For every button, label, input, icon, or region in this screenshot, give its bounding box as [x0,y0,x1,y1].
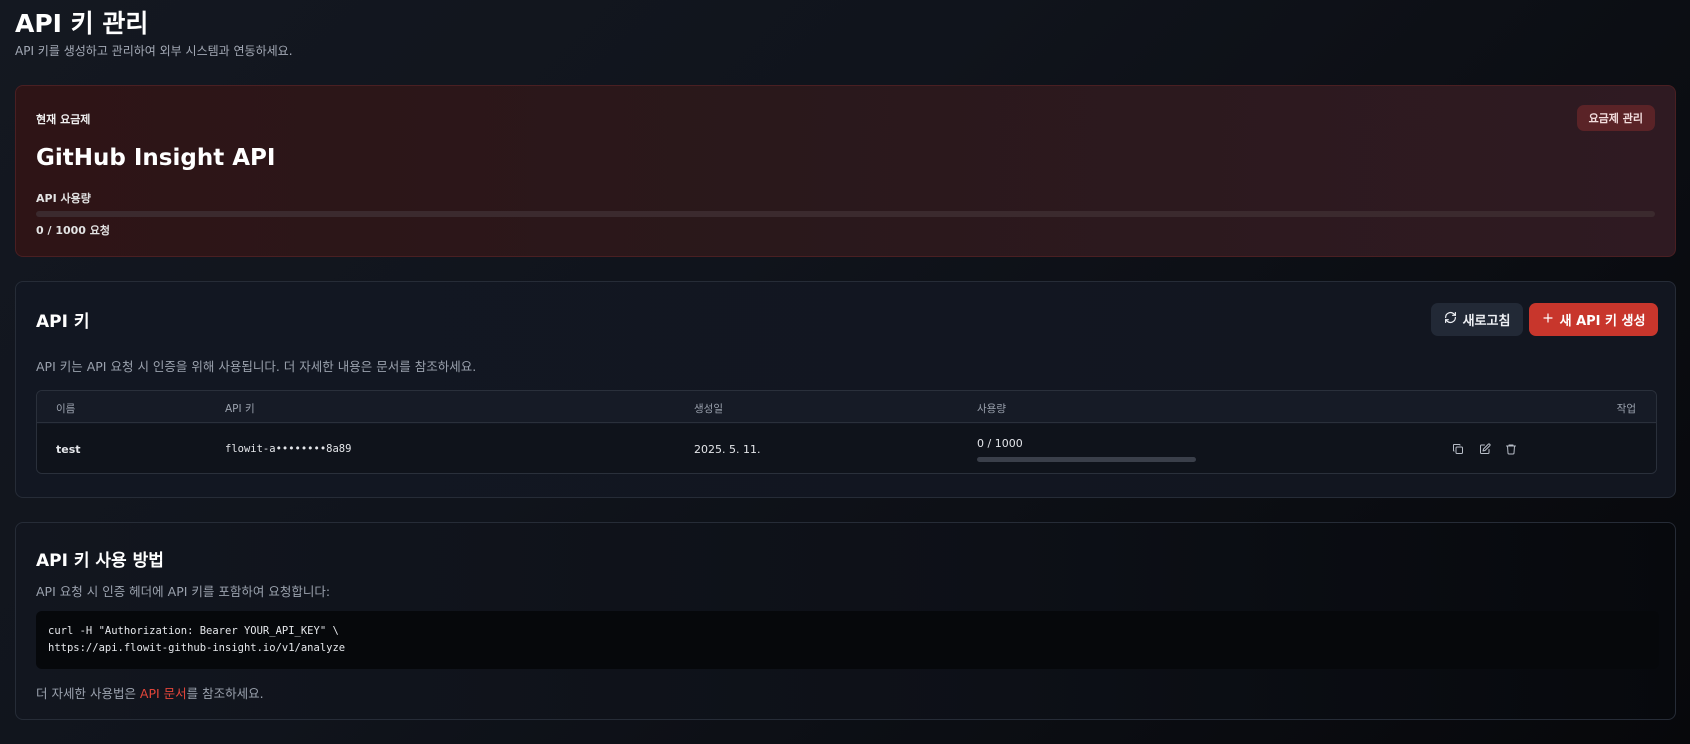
plan-name: GitHub Insight API [36,145,276,171]
usage-progress-bar [36,211,1655,217]
usage-text: 0 / 1000 요청 [36,224,111,237]
footer-text-before: 더 자세한 사용법은 [36,686,140,701]
code-example: curl -H "Authorization: Bearer YOUR_API_… [36,611,1659,669]
footer-text-after: 를 참조하세요. [186,686,264,701]
new-api-key-button[interactable]: 새 API 키 생성 [1529,303,1658,336]
usage-guide-card: API 키 사용 방법 API 요청 시 인증 헤더에 API 키를 포함하여 … [15,522,1676,720]
column-header-name: 이름 [56,403,76,415]
plus-icon [1542,312,1554,328]
trash-icon[interactable] [1503,441,1519,457]
page-subtitle: API 키를 생성하고 관리하여 외부 시스템과 연동하세요. [15,44,293,58]
row-name: test [56,443,81,456]
table-row: test flowit-a••••••••8a89 2025. 5. 11. 0… [37,424,1656,473]
plan-label: 현재 요금제 [36,113,91,126]
row-created-date: 2025. 5. 11. [694,443,761,456]
plan-card: 현재 요금제 요금제 관리 GitHub Insight API API 사용량… [15,85,1676,257]
api-docs-link[interactable]: API 문서 [140,686,187,701]
manage-plan-button[interactable]: 요금제 관리 [1576,105,1655,131]
column-header-api-key: API 키 [225,403,255,415]
row-usage-bar [977,457,1196,462]
api-keys-table: 이름 API 키 생성일 사용량 작업 test flowit-a•••••••… [36,390,1657,474]
usage-guide-footer: 더 자세한 사용법은 API 문서를 참조하세요. [36,683,264,702]
refresh-button-label: 새로고침 [1462,314,1511,329]
usage-label: API 사용량 [36,192,91,205]
row-api-key: flowit-a••••••••8a89 [225,443,352,455]
copy-icon[interactable] [1450,441,1466,457]
refresh-icon [1444,311,1457,328]
edit-icon[interactable] [1477,441,1493,457]
api-keys-card: API 키 새로고침 새 API 키 생성 API 키는 API 요청 시 인증… [15,281,1676,498]
new-api-key-button-label: 새 API 키 생성 [1559,314,1646,329]
page-title: API 키 관리 [15,9,149,38]
usage-guide-description: API 요청 시 인증 헤더에 API 키를 포함하여 요청합니다: [36,584,331,599]
column-header-created: 생성일 [694,403,723,415]
refresh-button[interactable]: 새로고침 [1431,303,1523,336]
usage-guide-title: API 키 사용 방법 [36,551,164,571]
row-usage-text: 0 / 1000 [977,437,1023,450]
api-keys-title: API 키 [36,312,90,332]
column-header-usage: 사용량 [977,403,1006,415]
table-header: 이름 API 키 생성일 사용량 작업 [37,391,1656,423]
api-keys-description: API 키는 API 요청 시 인증을 위해 사용됩니다. 더 자세한 내용은 … [36,359,477,374]
column-header-actions: 작업 [1616,403,1636,415]
